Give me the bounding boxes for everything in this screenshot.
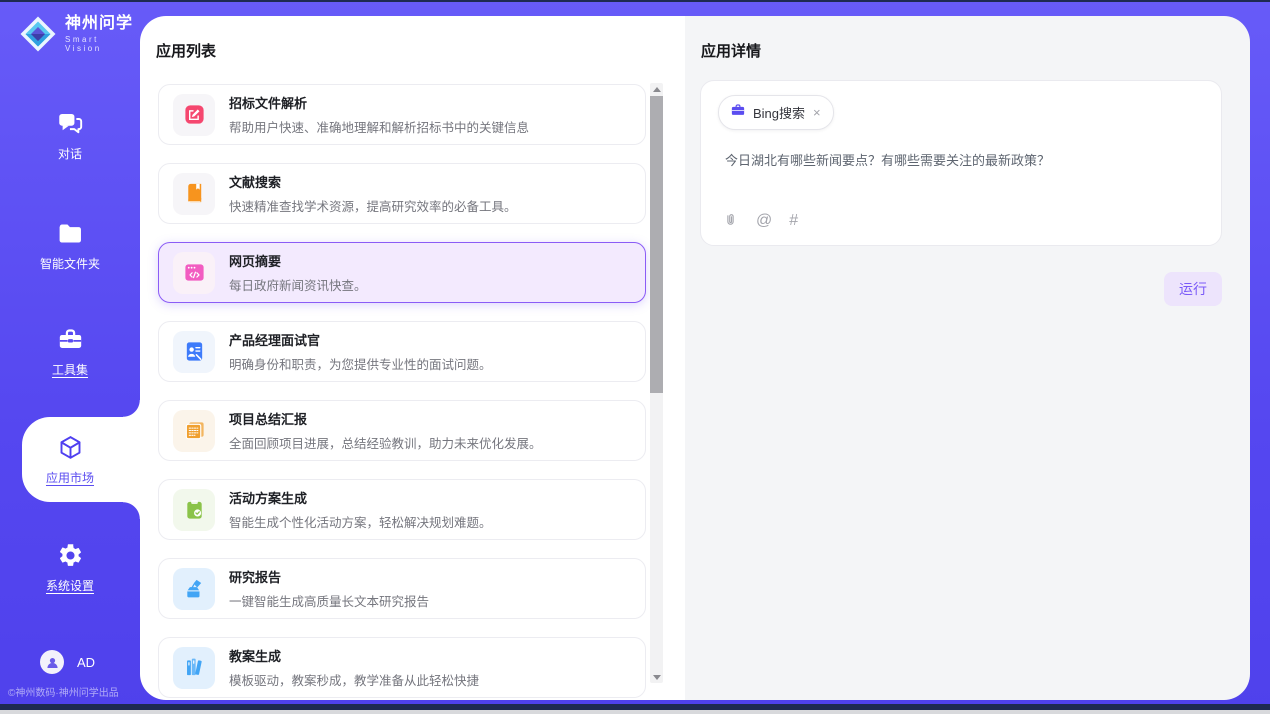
attachment-icon[interactable] [722,212,739,229]
books-icon [173,647,215,689]
browser-code-icon [173,252,215,294]
brand-name: 神州问学 [65,15,140,33]
bottom-edge-strip [0,710,1270,714]
sidebar-item-chat[interactable]: 对话 [0,110,140,162]
brand-subtitle: Smart Vision [65,35,140,53]
app-name: 研究报告 [229,567,429,586]
scroll-up-icon[interactable] [650,83,663,95]
sidebar-item-label: 应用市场 [46,469,94,486]
app-name: 项目总结汇报 [229,409,542,428]
book-icon [173,173,215,215]
app-description: 帮助用户快速、准确地理解和解析招标书中的关键信息 [229,117,529,136]
app-list-panel: 应用列表 招标文件解析帮助用户快速、准确地理解和解析招标书中的关键信息文献搜索快… [140,16,685,700]
brand-logo: 神州问学 Smart Vision [18,14,140,54]
app-card[interactable]: 活动方案生成智能生成个性化活动方案，轻松解决规划难题。 [158,479,646,540]
app-detail-title: 应用详情 [701,40,761,61]
edit-square-icon [173,94,215,136]
notes-icon [173,410,215,452]
app-list-title: 应用列表 [156,40,216,61]
app-description: 一键智能生成高质量长文本研究报告 [229,591,429,610]
tool-tag-close-icon[interactable]: × [812,106,822,119]
app-window: 神州问学 Smart Vision 对话智能文件夹工具集应用市场系统设置 AD … [0,0,1270,714]
app-card[interactable]: 产品经理面试官明确身份和职责，为您提供专业性的面试问题。 [158,321,646,382]
main-container: 应用列表 招标文件解析帮助用户快速、准确地理解和解析招标书中的关键信息文献搜索快… [140,16,1250,700]
sidebar-item-label: 对话 [58,145,82,162]
interview-doc-icon [173,331,215,373]
ink-pen-icon [173,568,215,610]
app-name: 文献搜索 [229,172,517,191]
user-avatar-icon[interactable] [40,650,64,674]
app-name: 活动方案生成 [229,488,492,507]
run-button[interactable]: 运行 [1164,272,1222,306]
sidebar-item-tools[interactable]: 工具集 [0,326,140,378]
app-description: 明确身份和职责，为您提供专业性的面试问题。 [229,354,492,373]
sidebar-item-label: 智能文件夹 [40,255,100,272]
question-input[interactable]: 今日湖北有哪些新闻要点？有哪些需要关注的最新政策？ [725,151,1197,170]
app-list-scrollbar[interactable] [650,83,663,683]
cube-icon [57,434,84,461]
app-name: 产品经理面试官 [229,330,492,349]
app-card[interactable]: 网页摘要每日政府新闻资讯快查。 [158,242,646,303]
copyright-footer: ©神州数码·神州问学出品 [8,684,142,699]
tool-tag-label: Bing搜索 [753,103,805,122]
sidebar-item-settings[interactable]: 系统设置 [0,542,140,594]
scrollbar-thumb[interactable] [650,96,663,393]
app-list: 招标文件解析帮助用户快速、准确地理解和解析招标书中的关键信息文献搜索快速精准查找… [158,84,646,700]
prompt-card: Bing搜索 × 今日湖北有哪些新闻要点？有哪些需要关注的最新政策？ @# [700,80,1222,246]
sidebar-item-folders[interactable]: 智能文件夹 [0,220,140,272]
scroll-down-icon[interactable] [650,671,663,683]
app-name: 教案生成 [229,646,479,665]
app-description: 快速精准查找学术资源，提高研究效率的必备工具。 [229,196,517,215]
briefcase-icon [730,102,746,123]
clipboard-check-icon [173,489,215,531]
gear-icon [57,542,84,569]
sidebar-item-app-market[interactable]: 应用市场 [0,434,140,486]
app-card[interactable]: 教案生成模板驱动，教案秒成，教学准备从此轻松快捷 [158,637,646,698]
folder-icon [57,220,84,247]
diamond-logo-icon [18,14,58,54]
user-row[interactable]: AD [40,650,95,674]
topic-icon[interactable]: # [789,213,798,229]
app-card[interactable]: 招标文件解析帮助用户快速、准确地理解和解析招标书中的关键信息 [158,84,646,145]
top-edge-bar [0,0,1270,2]
toolbox-icon [57,326,84,353]
user-initials: AD [77,655,95,670]
app-name: 网页摘要 [229,251,367,270]
app-detail-panel: 应用详情 Bing搜索 × 今日湖北有哪些新闻要点？有哪些需要关注的最新政策？ … [685,16,1250,700]
app-description: 智能生成个性化活动方案，轻松解决规划难题。 [229,512,492,531]
app-description: 全面回顾项目进展，总结经验教训，助力未来优化发展。 [229,433,542,452]
chat-icon [57,110,84,137]
sidebar-item-label: 工具集 [52,361,88,378]
sidebar-item-label: 系统设置 [46,577,94,594]
app-name: 招标文件解析 [229,93,529,112]
input-icon-row: @# [722,212,798,229]
sidebar: 神州问学 Smart Vision 对话智能文件夹工具集应用市场系统设置 AD … [0,2,140,704]
tool-tag-bing-search[interactable]: Bing搜索 × [718,95,834,130]
app-card[interactable]: 文献搜索快速精准查找学术资源，提高研究效率的必备工具。 [158,163,646,224]
mention-icon[interactable]: @ [756,213,772,229]
app-card[interactable]: 研究报告一键智能生成高质量长文本研究报告 [158,558,646,619]
app-description: 每日政府新闻资讯快查。 [229,275,367,294]
app-description: 模板驱动，教案秒成，教学准备从此轻松快捷 [229,670,479,689]
app-card[interactable]: 项目总结汇报全面回顾项目进展，总结经验教训，助力未来优化发展。 [158,400,646,461]
